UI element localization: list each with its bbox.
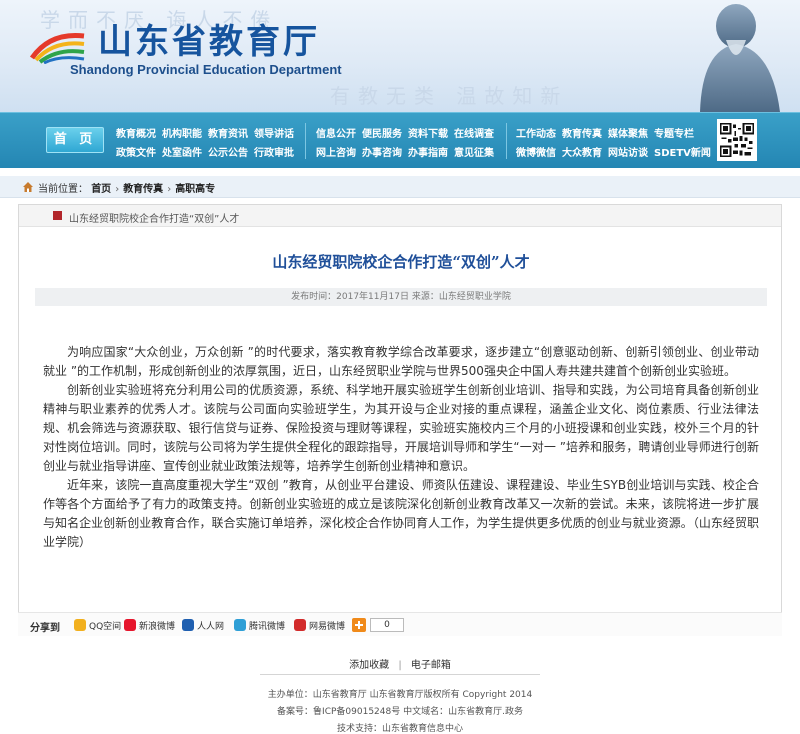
nav-group-3: 工作动态 教育传真 媒体聚焦 专题专栏 微博微信 大众教育 网站访谈 SDETV新闻 (516, 122, 717, 160)
netease-weibo-icon (294, 619, 306, 631)
nav-link[interactable]: 行政审批 (254, 144, 294, 163)
footer: 添加收藏 | 电子邮箱 主办单位：山东省教育厅 山东省教育厅版权所有 Copyr… (0, 656, 800, 734)
footer-icp: 备案号：鲁ICP备09015248号 中文域名：山东省教育厅.政务 (277, 707, 523, 717)
logo-icon[interactable] (30, 28, 86, 64)
chevron-right-icon: › (115, 184, 120, 195)
breadcrumb-link[interactable]: 高职高专 (175, 184, 215, 195)
nav-link[interactable]: 网上咨询 (316, 144, 356, 163)
share-count: 0 (370, 618, 404, 632)
nav-group-2: 信息公开 便民服务 资料下载 在线调查 网上咨询 办事咨询 办事指南 意见征集 (316, 122, 500, 160)
article-paragraph: 创新创业实验班将充分利用公司的优质资源，系统、科学地开展实验班学生创新创业培训、… (43, 383, 759, 473)
plus-icon (352, 618, 366, 632)
nav-link[interactable]: 大众教育 (562, 144, 602, 163)
nav-link[interactable]: 公示公告 (208, 144, 248, 163)
qr-code-icon[interactable] (717, 119, 757, 161)
site-title[interactable]: 山东省教育厅 (98, 14, 320, 63)
footer-divider: | (398, 660, 402, 671)
tencent-weibo-icon (234, 619, 246, 631)
nav-link[interactable]: 办事咨询 (362, 144, 402, 163)
share-renren-button[interactable]: 人人网 (182, 619, 224, 632)
panel-header-title: 山东经贸职院校企合作打造“双创”人才 (69, 214, 240, 225)
nav-link[interactable]: 微博微信 (516, 144, 556, 163)
share-more-button[interactable] (352, 618, 366, 635)
chevron-right-icon: › (167, 184, 172, 195)
share-label: 分享到 (30, 623, 60, 634)
bullet-square-icon (53, 211, 62, 220)
confucius-statue-image (700, 4, 780, 112)
article-panel: 山东经贸职院校企合作打造“双创”人才 山东经贸职院校企合作打造“双创”人才 发布… (18, 204, 782, 636)
share-weibo-button[interactable]: 新浪微博 (124, 619, 175, 632)
nav-link[interactable]: 意见征集 (454, 144, 494, 163)
footer-rule (260, 674, 540, 675)
calligraphy-decoration: 有教无类 温故知新 (330, 84, 569, 108)
panel-header: 山东经贸职院校企合作打造“双创”人才 (19, 205, 781, 227)
nav-link[interactable]: 网站访谈 (608, 144, 648, 163)
share-tencent-weibo-button[interactable]: 腾讯微博 (234, 619, 285, 632)
home-icon (23, 182, 33, 192)
nav-link[interactable]: 办事指南 (408, 144, 448, 163)
article-title: 山东经贸职院校企合作打造“双创”人才 (272, 253, 530, 271)
footer-tech-support: 技术支持：山东省教育信息中心 (336, 724, 463, 734)
email-link[interactable]: 电子邮箱 (411, 660, 451, 671)
share-bar: 分享到 QQ空间 新浪微博 人人网 腾讯微博 网易微博 0 (18, 612, 782, 636)
breadcrumb-link[interactable]: 首页 (91, 184, 111, 195)
breadcrumb-label: 当前位置： (38, 184, 88, 195)
share-qzone-button[interactable]: QQ空间 (74, 619, 121, 632)
nav-home-button[interactable]: 首 页 (46, 127, 104, 153)
renren-icon (182, 619, 194, 631)
article-paragraph: 为响应国家“大众创业，万众创新 ”的时代要求，落实教育教学综合改革要求，逐步建立… (43, 345, 759, 378)
article-body: 为响应国家“大众创业，万众创新 ”的时代要求，落实教育教学综合改革要求，逐步建立… (43, 343, 759, 552)
site-banner: 学而不厌 诲人不倦 有教无类 温故知新 山东省教育厅 Shandong Prov… (0, 0, 800, 112)
qzone-icon (74, 619, 86, 631)
main-nav: 首 页 教育概况 机构职能 教育资讯 领导讲话 政策文件 处室函件 公示公告 行政审批 信息… (0, 112, 800, 168)
footer-sponsor: 主办单位：山东省教育厅 山东省教育厅版权所有 Copyright 2014 (267, 690, 533, 700)
nav-link[interactable]: 处室函件 (162, 144, 202, 163)
article-paragraph: 近年来，该院一直高度重视大学生“双创 ”教育，从创业平台建设、师资队伍建设、课程… (43, 478, 759, 549)
nav-link[interactable]: SDETV新闻 (654, 144, 711, 163)
breadcrumb: 当前位置： 首页 › 教育传真 › 高职高专 (0, 176, 800, 198)
nav-divider (506, 123, 507, 159)
breadcrumb-link[interactable]: 教育传真 (123, 184, 163, 195)
add-favorite-link[interactable]: 添加收藏 (349, 660, 389, 671)
site-subtitle: Shandong Provincial Education Department (70, 62, 342, 77)
share-netease-weibo-button[interactable]: 网易微博 (294, 619, 345, 632)
article-meta: 发布时间：2017年11月17日 来源：山东经贸职业学院 (35, 288, 767, 306)
nav-group-1: 教育概况 机构职能 教育资讯 领导讲话 政策文件 处室函件 公示公告 行政审批 (116, 122, 300, 160)
weibo-icon (124, 619, 136, 631)
nav-divider (305, 123, 306, 159)
nav-link[interactable]: 政策文件 (116, 144, 156, 163)
